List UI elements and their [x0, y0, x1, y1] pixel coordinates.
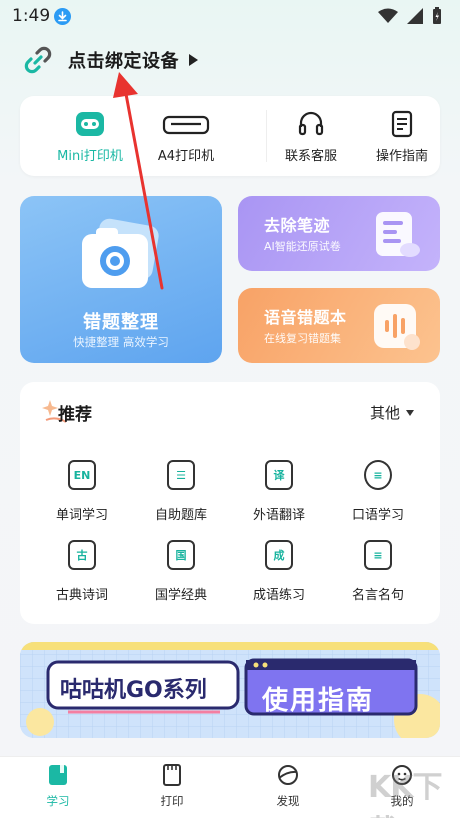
device-a4-printer[interactable]: A4打印机	[136, 96, 236, 176]
rec-idioms[interactable]: 成 成语练习	[229, 540, 329, 603]
guide-banner[interactable]: 咕咕机GO系列 使用指南	[20, 642, 440, 738]
document-icon	[391, 110, 413, 138]
rec-label: 成语练习	[252, 588, 305, 603]
rec-label: 国学经典	[154, 588, 207, 603]
voice-mistake-title: 语音错题本	[264, 308, 347, 327]
customer-service-button[interactable]: 联系客服	[263, 96, 359, 176]
recommend-more-label: 其他	[369, 404, 400, 422]
erase-handwriting-card[interactable]: 去除笔迹 AI智能还原试卷	[238, 196, 440, 271]
planet-icon	[278, 765, 298, 785]
wifi-icon	[378, 8, 398, 23]
battery-icon	[433, 7, 441, 24]
rec-question-bank[interactable]: ☰ 自助题库	[131, 460, 231, 523]
tab-study-label: 学习	[46, 794, 70, 808]
tab-discover[interactable]: 发现	[248, 763, 328, 809]
mistake-organize-subtitle: 快捷整理 高效学习	[73, 335, 169, 349]
tab-discover-label: 发现	[276, 794, 300, 808]
book-gu-icon: 古	[68, 540, 96, 570]
rec-chinese-classics[interactable]: 国 国学经典	[131, 540, 231, 603]
mini-printer-icon	[76, 112, 104, 136]
recommend-more-dropdown[interactable]: 其他	[370, 402, 414, 423]
book-guo-icon: 国	[167, 540, 195, 570]
user-guide-label: 操作指南	[375, 149, 428, 164]
camera-icon	[82, 218, 159, 288]
status-bar: 1:49	[0, 0, 460, 32]
tab-print[interactable]: 打印	[132, 763, 212, 809]
book-en-icon: EN	[68, 460, 96, 490]
rec-label: 外语翻译	[252, 508, 305, 523]
caret-down-icon	[406, 409, 414, 416]
print-doc-icon	[163, 764, 181, 786]
link-icon	[24, 46, 52, 74]
banner-series-text: 咕咕机GO系列	[60, 678, 207, 703]
device-mini-printer[interactable]: Mini打印机	[40, 96, 140, 176]
chat-bubble-icon: ≡	[364, 460, 392, 490]
recommend-title: 推荐	[58, 405, 92, 425]
eraser-doc-icon	[376, 212, 420, 257]
erase-handwriting-title: 去除笔迹	[264, 216, 331, 235]
bind-device-label: 点击绑定设备	[68, 51, 179, 72]
a4-printer-icon	[162, 115, 210, 135]
book-list-icon: ☰	[167, 460, 195, 490]
banner-guide-text: 使用指南	[262, 686, 375, 716]
user-guide-button[interactable]: 操作指南	[356, 96, 448, 176]
play-arrow-icon	[189, 54, 198, 66]
rec-label: 单词学习	[55, 508, 108, 523]
rec-quotes[interactable]: ≡ 名言名句	[328, 540, 428, 603]
status-time: 1:49	[12, 6, 51, 26]
mistake-organize-card[interactable]: 错题整理 快捷整理 高效学习	[20, 196, 222, 363]
rec-label: 自助题库	[154, 508, 207, 523]
tab-study[interactable]: 学习	[18, 763, 98, 809]
study-book-icon	[49, 765, 67, 785]
device-mini-label: Mini打印机	[57, 149, 123, 164]
erase-handwriting-subtitle: AI智能还原试卷	[264, 240, 341, 253]
signal-icon	[407, 8, 423, 24]
bind-device-row[interactable]: 点击绑定设备	[22, 42, 198, 78]
rec-translation[interactable]: 译 外语翻译	[229, 460, 329, 523]
rec-label: 名言名句	[351, 588, 404, 603]
rec-classical-poems[interactable]: 古 古典诗词	[32, 540, 132, 603]
headset-icon	[298, 111, 324, 136]
watermark: KK下载	[368, 770, 443, 818]
rec-label: 口语学习	[351, 508, 404, 523]
download-icon	[54, 8, 71, 25]
voice-mistake-card[interactable]: 语音错题本 在线复习错题集	[238, 288, 440, 363]
microphone-icon	[374, 304, 420, 350]
quote-doc-icon: ≡	[364, 540, 392, 570]
rec-word-learning[interactable]: EN 单词学习	[32, 460, 132, 523]
tab-print-label: 打印	[160, 794, 184, 808]
customer-service-label: 联系客服	[284, 149, 337, 164]
book-cheng-icon: 成	[265, 540, 293, 570]
recommend-card: 推荐 其他 EN 单词学习 ☰ 自助题库 译 外语翻译 ≡ 口语学习 古 古典诗…	[20, 382, 440, 624]
mistake-organize-title: 错题整理	[83, 312, 159, 333]
rec-speaking[interactable]: ≡ 口语学习	[328, 460, 428, 523]
voice-mistake-subtitle: 在线复习错题集	[264, 332, 341, 345]
device-a4-label: A4打印机	[157, 149, 215, 164]
translate-icon: 译	[265, 460, 293, 490]
rec-label: 古典诗词	[55, 588, 108, 603]
device-card: Mini打印机 A4打印机 联系客服 操作指南	[20, 96, 440, 176]
